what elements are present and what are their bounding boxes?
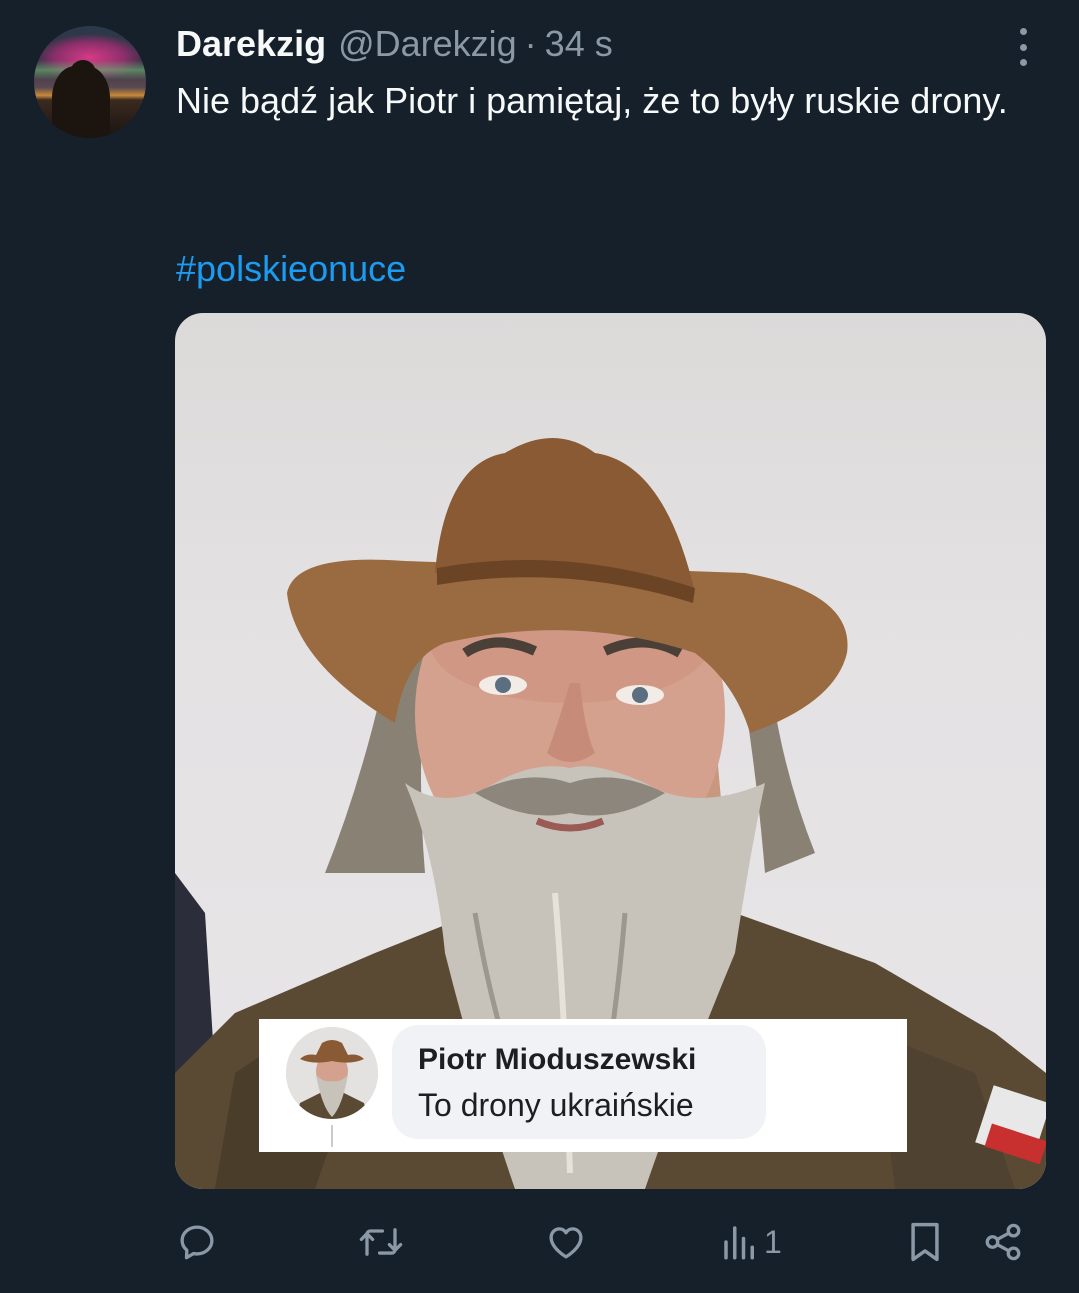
views-count: 1 (764, 1223, 782, 1260)
avatar-figure (52, 66, 110, 138)
bookmark-icon (911, 1222, 939, 1262)
tweet-timestamp[interactable]: 34 s (545, 23, 613, 65)
comment-text: To drony ukraińskie (418, 1087, 694, 1123)
like-button[interactable] (544, 1212, 588, 1272)
tweet-media-image[interactable]: Piotr Mioduszewski To drony ukraińskie (175, 313, 1046, 1189)
tweet: Darekzig @Darekzig · 34 s Nie bądź jak P… (0, 0, 1079, 1293)
commenter-avatar (286, 1027, 378, 1119)
header-separator: · (524, 23, 537, 64)
share-icon (985, 1223, 1021, 1261)
more-options-icon[interactable] (1010, 28, 1036, 66)
retweet-icon (359, 1228, 403, 1256)
share-button[interactable] (982, 1212, 1024, 1272)
comment-bubble: Piotr Mioduszewski To drony ukraińskie (392, 1025, 766, 1139)
reply-icon (180, 1225, 214, 1260)
embedded-comment-screenshot: Piotr Mioduszewski To drony ukraińskie (259, 1019, 907, 1152)
reply-button[interactable] (176, 1212, 218, 1272)
comment-thread-line (331, 1125, 333, 1147)
hashtag-link[interactable]: #polskieonuce (176, 244, 406, 294)
tweet-text: Nie bądź jak Piotr i pamiętaj, że to był… (176, 80, 1008, 121)
author-display-name[interactable]: Darekzig (176, 23, 326, 65)
bookmark-button[interactable] (906, 1212, 944, 1272)
views-icon (724, 1226, 754, 1260)
retweet-button[interactable] (358, 1212, 404, 1272)
author-handle[interactable]: @Darekzig (338, 23, 517, 65)
author-avatar[interactable] (34, 26, 146, 138)
views-button[interactable]: 1 (722, 1212, 782, 1272)
tweet-actions-bar: 1 (0, 1212, 1079, 1272)
commenter-name: Piotr Mioduszewski (418, 1043, 697, 1076)
tweet-header: Darekzig @Darekzig · 34 s (176, 20, 613, 68)
heart-icon (549, 1227, 583, 1259)
